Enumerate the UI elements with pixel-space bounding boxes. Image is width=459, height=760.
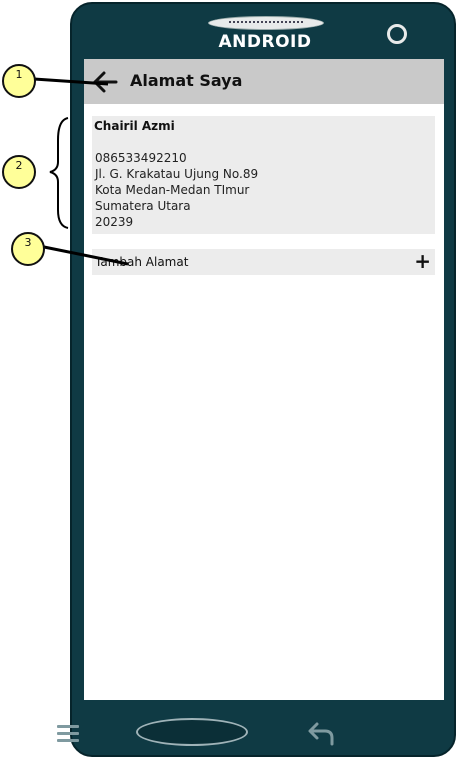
callout-3: 3	[11, 232, 45, 266]
annotation-lines	[33, 77, 129, 266]
callout-1: 1	[2, 64, 36, 98]
callout-2: 2	[2, 155, 36, 189]
